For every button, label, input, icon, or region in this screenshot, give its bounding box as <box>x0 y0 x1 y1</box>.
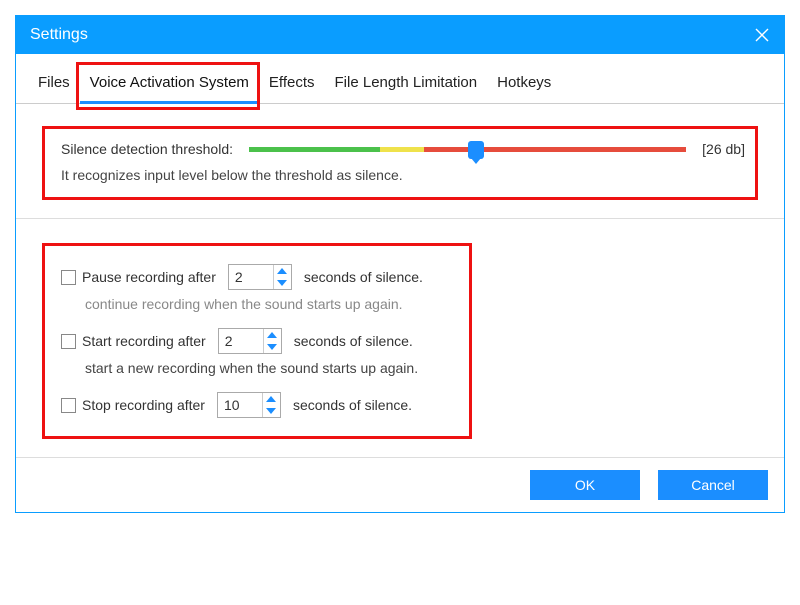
stop-option-row: Stop recording after 10 seconds of silen… <box>61 392 453 418</box>
slider-segment-yellow <box>380 147 424 152</box>
threshold-value: [26 db] <box>702 141 745 157</box>
chevron-up-icon[interactable] <box>264 329 281 341</box>
slider-thumb[interactable] <box>468 141 484 159</box>
pause-spinner <box>273 265 291 289</box>
pause-hint: continue recording when the sound starts… <box>85 296 453 312</box>
chevron-up-icon[interactable] <box>263 393 280 405</box>
start-spinner <box>263 329 281 353</box>
cancel-button[interactable]: Cancel <box>658 470 768 500</box>
threshold-row: Silence detection threshold: [26 db] <box>61 141 745 157</box>
start-label-before: Start recording after <box>82 333 206 349</box>
pause-label-after: seconds of silence. <box>304 269 423 285</box>
start-hint: start a new recording when the sound sta… <box>85 360 453 376</box>
close-icon[interactable] <box>752 25 772 45</box>
start-checkbox[interactable] <box>61 334 76 349</box>
titlebar: Settings <box>16 16 784 54</box>
stop-spinner <box>262 393 280 417</box>
stop-seconds-input[interactable]: 10 <box>217 392 281 418</box>
dialog-footer: OK Cancel <box>16 457 784 512</box>
start-seconds-value: 2 <box>219 329 263 353</box>
threshold-description: It recognizes input level below the thre… <box>61 167 745 183</box>
stop-seconds-value: 10 <box>218 393 262 417</box>
pause-option-row: Pause recording after 2 seconds of silen… <box>61 264 453 290</box>
stop-label-before: Stop recording after <box>82 397 205 413</box>
chevron-up-icon[interactable] <box>274 265 291 277</box>
stop-checkbox[interactable] <box>61 398 76 413</box>
slider-segment-red <box>424 147 686 152</box>
pause-seconds-input[interactable]: 2 <box>228 264 292 290</box>
start-seconds-input[interactable]: 2 <box>218 328 282 354</box>
chevron-down-icon[interactable] <box>274 277 291 289</box>
tab-effects[interactable]: Effects <box>259 66 325 103</box>
separator <box>16 218 784 219</box>
highlight-threshold-section: Silence detection threshold: [26 db] It … <box>42 126 758 200</box>
tab-voice-activation-system[interactable]: Voice Activation System <box>80 66 259 104</box>
highlight-options-section: Pause recording after 2 seconds of silen… <box>42 243 472 439</box>
threshold-label: Silence detection threshold: <box>61 141 233 157</box>
start-label-after: seconds of silence. <box>294 333 413 349</box>
tab-file-length-limitation[interactable]: File Length Limitation <box>325 66 488 103</box>
window-title: Settings <box>30 26 88 44</box>
slider-segment-green <box>249 147 380 152</box>
stop-label-after: seconds of silence. <box>293 397 412 413</box>
tab-hotkeys[interactable]: Hotkeys <box>487 66 561 103</box>
chevron-down-icon[interactable] <box>263 405 280 417</box>
tab-content: Silence detection threshold: [26 db] It … <box>16 104 784 457</box>
tab-files[interactable]: Files <box>28 66 80 103</box>
chevron-down-icon[interactable] <box>264 341 281 353</box>
settings-dialog: Settings Files Voice Activation System E… <box>15 15 785 513</box>
tabs-bar: Files Voice Activation System Effects Fi… <box>16 54 784 104</box>
pause-label-before: Pause recording after <box>82 269 216 285</box>
pause-seconds-value: 2 <box>229 265 273 289</box>
start-option-row: Start recording after 2 seconds of silen… <box>61 328 453 354</box>
ok-button[interactable]: OK <box>530 470 640 500</box>
pause-checkbox[interactable] <box>61 270 76 285</box>
threshold-slider[interactable] <box>249 142 686 156</box>
